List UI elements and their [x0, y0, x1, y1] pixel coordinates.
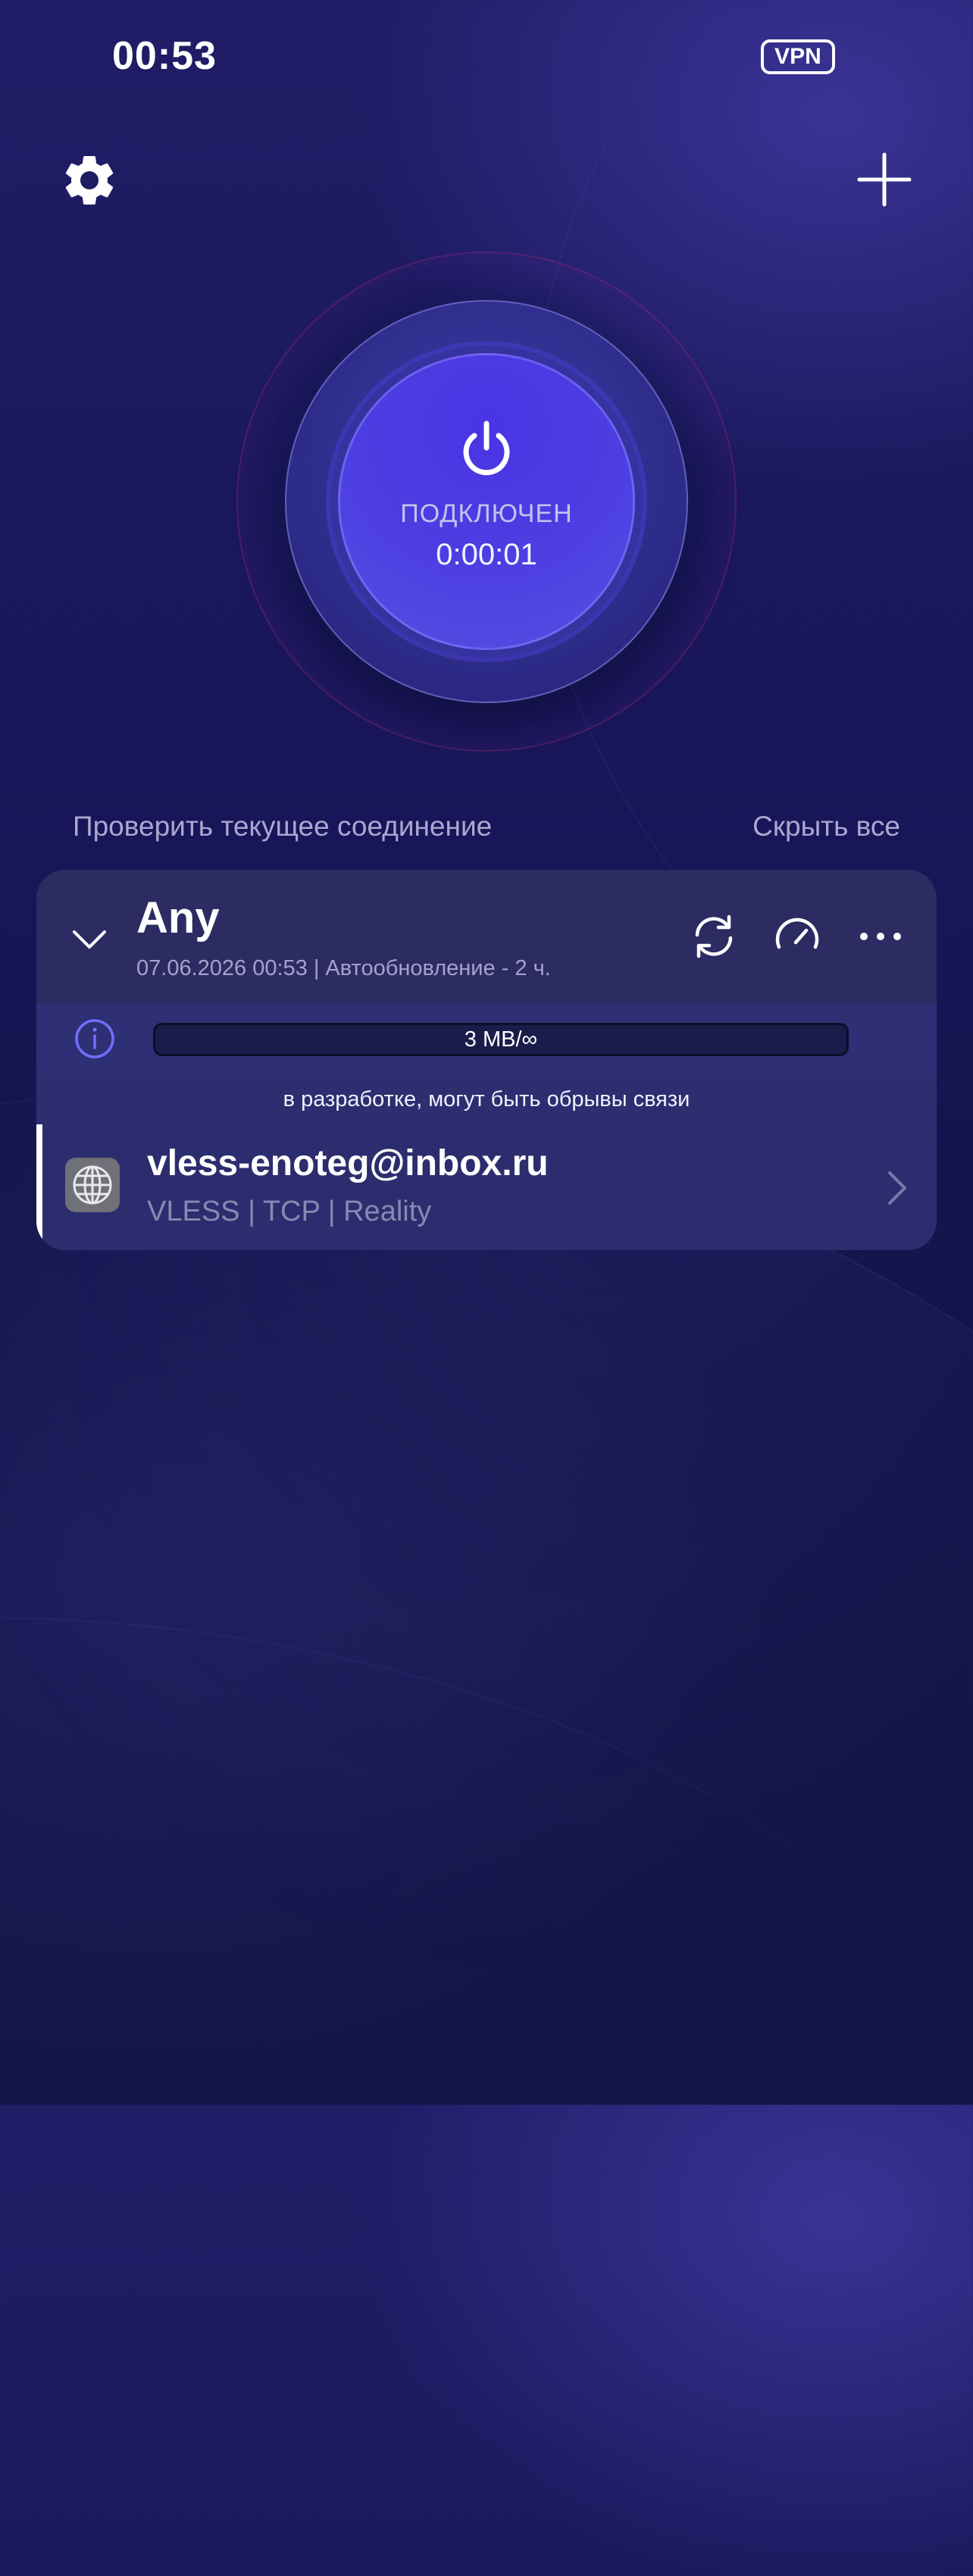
vpn-badge: VPN [761, 39, 835, 74]
status-time: 00:53 [112, 34, 217, 78]
hide-all-link[interactable]: Скрыть все [752, 811, 900, 843]
add-button[interactable] [856, 152, 912, 208]
connection-status: ПОДКЛЮЧЕН [400, 499, 573, 528]
chevron-right-icon [888, 1171, 906, 1205]
server-icon [65, 1158, 120, 1212]
server-protocol: VLESS | TCP | Reality [147, 1196, 432, 1227]
group-notice: в разработке, могут быть обрывы связи [36, 1074, 937, 1125]
refresh-button[interactable] [690, 912, 738, 961]
traffic-usage-label: 3 MB/∞ [464, 1027, 538, 1052]
more-icon [860, 933, 901, 940]
server-name: vless-enoteg@inbox.ru [147, 1143, 549, 1183]
group-header[interactable]: Any 07.06.2026 00:53 | Автообновление - … [36, 870, 937, 1003]
group-title: Any [136, 893, 220, 943]
background-swoosh [0, 1517, 973, 2576]
traffic-usage-bar: 3 MB/∞ [153, 1023, 849, 1056]
traffic-row: 3 MB/∞ [36, 1003, 937, 1075]
refresh-icon [695, 914, 733, 958]
power-icon [463, 420, 510, 476]
info-button[interactable] [74, 1018, 115, 1059]
chevron-down-icon [73, 930, 106, 949]
globe-icon [73, 1165, 112, 1205]
server-item[interactable]: vless-enoteg@inbox.ru VLESS | TCP | Real… [36, 1124, 937, 1250]
gear-icon [65, 155, 114, 205]
settings-button[interactable] [59, 150, 120, 211]
more-button[interactable] [856, 924, 905, 949]
connection-timer: 0:00:01 [436, 538, 537, 571]
speedometer-icon [775, 918, 819, 949]
plus-icon [857, 152, 912, 207]
speed-test-button[interactable] [773, 912, 821, 961]
subscription-card: Any 07.06.2026 00:53 | Автообновление - … [36, 870, 937, 1250]
selected-indicator [36, 1124, 42, 1250]
collapse-button[interactable] [70, 920, 109, 959]
check-connection-link[interactable]: Проверить текущее соединение [73, 811, 492, 843]
info-icon [75, 1019, 114, 1058]
group-update-info: 07.06.2026 00:53 | Автообновление - 2 ч. [136, 956, 551, 980]
connect-toggle-button[interactable]: ПОДКЛЮЧЕН 0:00:01 [338, 353, 635, 650]
